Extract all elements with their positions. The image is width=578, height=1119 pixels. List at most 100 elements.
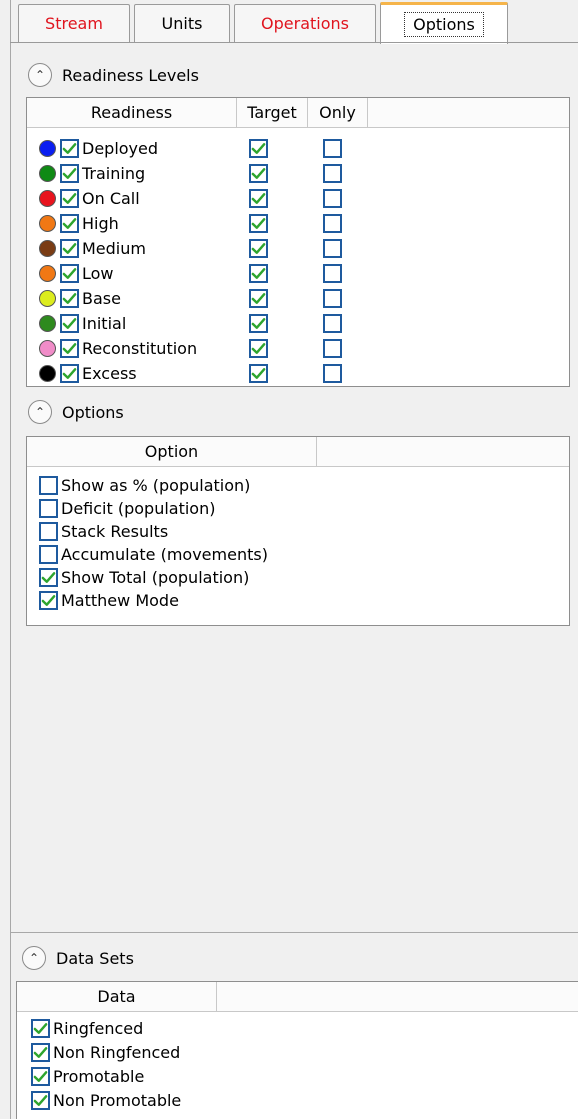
readiness-only-checkbox[interactable]: [323, 339, 342, 358]
readiness-target-checkbox[interactable]: [249, 239, 268, 258]
column-header-target[interactable]: Target: [237, 98, 308, 128]
readiness-row[interactable]: Base: [27, 286, 237, 311]
column-header-option[interactable]: Option: [27, 437, 317, 467]
readiness-target-checkbox[interactable]: [249, 289, 268, 308]
readiness-target-checkbox[interactable]: [249, 314, 268, 333]
readiness-only-checkbox[interactable]: [323, 164, 342, 183]
readiness-enabled-checkbox[interactable]: [60, 339, 79, 358]
readiness-enabled-checkbox[interactable]: [60, 289, 79, 308]
tab-operations[interactable]: Operations: [234, 4, 376, 42]
option-row-label: Deficit (population): [61, 499, 216, 518]
checkmark-icon: [251, 318, 266, 329]
column-header-readiness[interactable]: Readiness: [27, 98, 237, 128]
chevron-up-icon[interactable]: ⌃: [22, 946, 46, 970]
readiness-enabled-checkbox[interactable]: [60, 364, 79, 383]
chevron-up-icon[interactable]: ⌃: [28, 400, 52, 424]
dataset-row[interactable]: Non Promotable: [31, 1088, 181, 1113]
option-row-label: Show as % (population): [61, 476, 251, 495]
tab-options[interactable]: Options: [380, 2, 508, 44]
column-header-filler: [317, 437, 569, 467]
readiness-enabled-checkbox[interactable]: [60, 239, 79, 258]
readiness-only-checkbox[interactable]: [323, 264, 342, 283]
option-row-checkbox[interactable]: [39, 476, 58, 495]
tab-units[interactable]: Units: [134, 4, 230, 42]
readiness-enabled-checkbox[interactable]: [60, 314, 79, 333]
readiness-only-checkbox[interactable]: [323, 364, 342, 383]
readiness-color-dot: [39, 290, 56, 307]
options-section-header: ⌃ Options: [28, 396, 124, 428]
option-row[interactable]: Show as % (population): [39, 473, 250, 498]
option-row[interactable]: Deficit (population): [39, 496, 215, 521]
readiness-enabled-checkbox[interactable]: [60, 214, 79, 233]
option-row-checkbox[interactable]: [39, 522, 58, 541]
readiness-only-checkbox[interactable]: [323, 289, 342, 308]
options-section-title: Options: [62, 402, 124, 422]
checkmark-icon: [41, 572, 56, 583]
checkmark-icon: [62, 318, 77, 329]
readiness-row[interactable]: Low: [27, 261, 237, 286]
option-row[interactable]: Stack Results: [39, 519, 168, 544]
dataset-row-checkbox[interactable]: [31, 1091, 50, 1110]
readiness-enabled-checkbox[interactable]: [60, 264, 79, 283]
dataset-row[interactable]: Promotable: [31, 1064, 144, 1089]
checkmark-icon: [62, 218, 77, 229]
option-row-checkbox[interactable]: [39, 568, 58, 587]
dataset-row-label: Ringfenced: [53, 1019, 144, 1038]
readiness-row[interactable]: High: [27, 211, 237, 236]
readiness-target-checkbox[interactable]: [249, 339, 268, 358]
option-row[interactable]: Matthew Mode: [39, 588, 179, 613]
tab-stream[interactable]: Stream: [18, 4, 130, 42]
readiness-enabled-checkbox[interactable]: [60, 189, 79, 208]
readiness-label: Base: [82, 289, 121, 308]
readiness-target-checkbox[interactable]: [249, 164, 268, 183]
readiness-target-checkbox[interactable]: [249, 139, 268, 158]
readiness-target-checkbox[interactable]: [249, 264, 268, 283]
readiness-enabled-checkbox[interactable]: [60, 139, 79, 158]
readiness-color-dot: [39, 240, 56, 257]
readiness-only-checkbox[interactable]: [323, 189, 342, 208]
option-row[interactable]: Accumulate (movements): [39, 542, 268, 567]
dataset-row-checkbox[interactable]: [31, 1067, 50, 1086]
column-header-only[interactable]: Only: [308, 98, 368, 128]
option-row-checkbox[interactable]: [39, 499, 58, 518]
readiness-only-checkbox[interactable]: [323, 139, 342, 158]
checkmark-icon: [251, 168, 266, 179]
dataset-row-label: Non Ringfenced: [53, 1043, 181, 1062]
dataset-row[interactable]: Non Ringfenced: [31, 1040, 180, 1065]
checkmark-icon: [251, 143, 266, 154]
readiness-row[interactable]: Deployed: [27, 136, 237, 161]
readiness-target-checkbox[interactable]: [249, 364, 268, 383]
readiness-row[interactable]: Medium: [27, 236, 237, 261]
checkmark-icon: [62, 368, 77, 379]
readiness-label: Reconstitution: [82, 339, 198, 358]
readiness-enabled-checkbox[interactable]: [60, 164, 79, 183]
readiness-row[interactable]: Training: [27, 161, 237, 186]
readiness-row[interactable]: Initial: [27, 311, 237, 336]
readiness-only-checkbox[interactable]: [323, 314, 342, 333]
readiness-row[interactable]: Reconstitution: [27, 336, 237, 361]
option-row-checkbox[interactable]: [39, 545, 58, 564]
chevron-up-icon[interactable]: ⌃: [28, 63, 52, 87]
dataset-row[interactable]: Ringfenced: [31, 1016, 143, 1041]
options-grid: Option Show as % (population) Deficit (po…: [26, 436, 570, 626]
checkmark-icon: [251, 193, 266, 204]
readiness-only-checkbox[interactable]: [323, 214, 342, 233]
readiness-target-checkbox[interactable]: [249, 214, 268, 233]
readiness-target-checkbox[interactable]: [249, 189, 268, 208]
dataset-row-checkbox[interactable]: [31, 1019, 50, 1038]
option-row-checkbox[interactable]: [39, 591, 58, 610]
readiness-row[interactable]: Excess: [27, 361, 237, 386]
readiness-label: Training: [82, 164, 146, 183]
readiness-label: Excess: [82, 364, 137, 383]
checkmark-icon: [62, 243, 77, 254]
column-header-data[interactable]: Data: [17, 982, 217, 1012]
checkmark-icon: [33, 1095, 48, 1106]
readiness-row[interactable]: On Call: [27, 186, 237, 211]
datasets-section-title: Data Sets: [56, 948, 134, 968]
checkmark-icon: [251, 343, 266, 354]
tab-strip-divider: [10, 42, 578, 43]
readiness-only-checkbox[interactable]: [323, 239, 342, 258]
dataset-row-checkbox[interactable]: [31, 1043, 50, 1062]
option-row[interactable]: Show Total (population): [39, 565, 249, 590]
readiness-color-dot: [39, 140, 56, 157]
